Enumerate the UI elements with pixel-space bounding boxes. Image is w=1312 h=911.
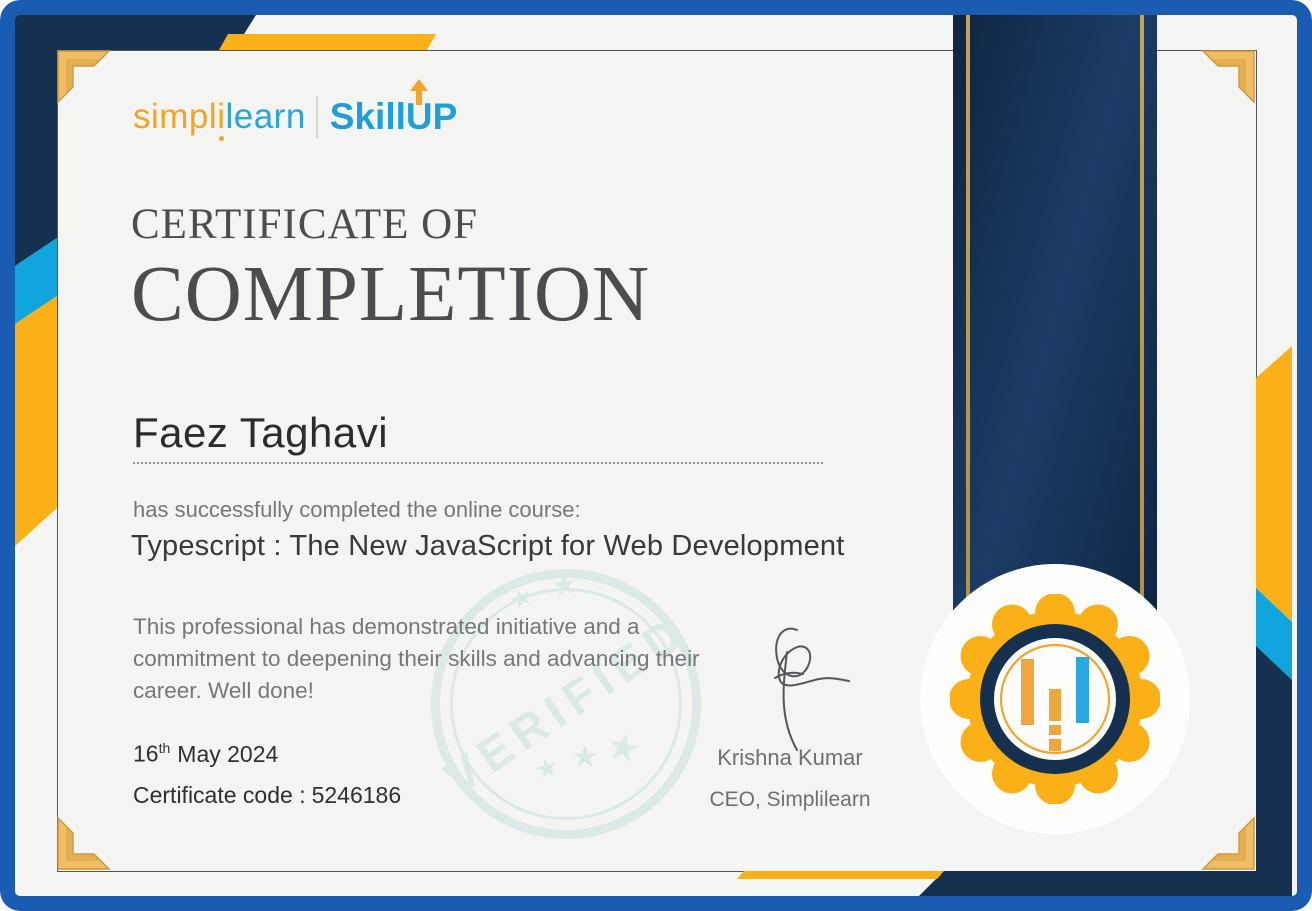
skillup-text: P [432,96,458,137]
up-arrow-icon [409,79,428,105]
title-line-1: CERTIFICATE OF [131,201,479,248]
certificate-content: simpl i learn Skill U P CERTIFICATE OF C… [0,0,1312,911]
date-day: 16 [133,740,159,767]
signatory-title: CEO, Simplilearn [709,788,871,811]
skillup-wordmark: Skill U P [329,79,458,138]
date-ordinal: th [158,740,171,756]
simplilearn-skillup-logo: simpl i learn Skill U P [133,79,458,141]
title-line-2: COMPLETION [131,251,651,338]
course-intro-text: has successfully completed the online co… [133,497,581,522]
certificate-code-label: Certificate code : [133,782,306,808]
signatory-name: Krishna Kumar [717,745,863,770]
logo-letter-i: i [217,97,225,141]
logo-text-learn: learn [225,97,306,136]
logo-text-simpli: simpl [133,97,218,136]
logo-i-dot [219,136,225,141]
skillup-u: U [406,79,433,138]
skillup-text: Skill [329,96,406,137]
description-text: This professional has demonstrated initi… [133,614,700,703]
certificate-title: CERTIFICATE OF COMPLETION [131,203,650,334]
certificate-code-value: 5246186 [311,782,402,808]
date-month-year: May 2024 [177,740,279,767]
name-underline [133,416,823,464]
certificate: VERIFIED ★ ★ ★ ★ ★ simpl i learn Skill U… [0,0,1312,911]
signature-icon [774,627,850,751]
course-name: Typescript : The New JavaScript for Web … [131,530,845,562]
issue-date: 16th May 2024 [133,740,278,768]
certificate-code: Certificate code :5246186 [133,782,401,809]
logo-divider [315,96,318,138]
